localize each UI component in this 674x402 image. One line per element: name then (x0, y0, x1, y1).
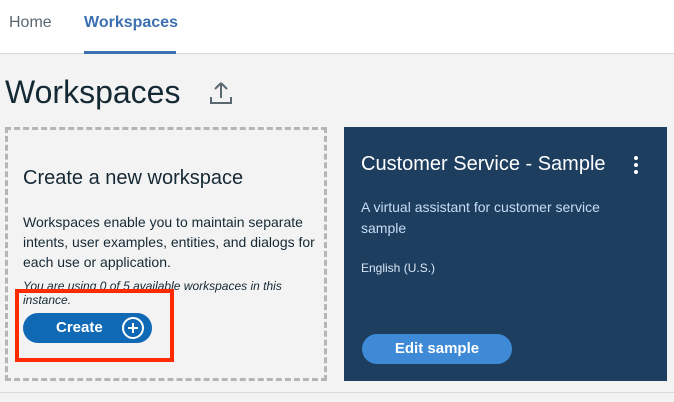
sample-card-language: English (U.S.) (361, 261, 436, 275)
top-navigation: Home Workspaces (0, 0, 674, 54)
edit-sample-button[interactable]: Edit sample (362, 334, 512, 364)
create-card-title: Create a new workspace (23, 167, 244, 189)
sample-workspace-card[interactable]: Customer Service - Sample A virtual assi… (344, 127, 667, 381)
create-button[interactable]: Create (23, 313, 152, 343)
tab-workspaces[interactable]: Workspaces (84, 14, 178, 54)
plus-circle-icon (121, 316, 145, 340)
overflow-menu-icon[interactable] (628, 153, 644, 179)
sample-card-title: Customer Service - Sample (361, 153, 606, 175)
create-button-label: Create (56, 319, 103, 336)
tab-home[interactable]: Home (9, 14, 52, 54)
upload-icon[interactable] (207, 80, 235, 108)
divider (0, 392, 674, 393)
create-card-description: Workspaces enable you to maintain separa… (23, 214, 315, 270)
page-title: Workspaces (5, 74, 181, 110)
sample-card-description: A virtual assistant for customer service… (361, 199, 600, 236)
